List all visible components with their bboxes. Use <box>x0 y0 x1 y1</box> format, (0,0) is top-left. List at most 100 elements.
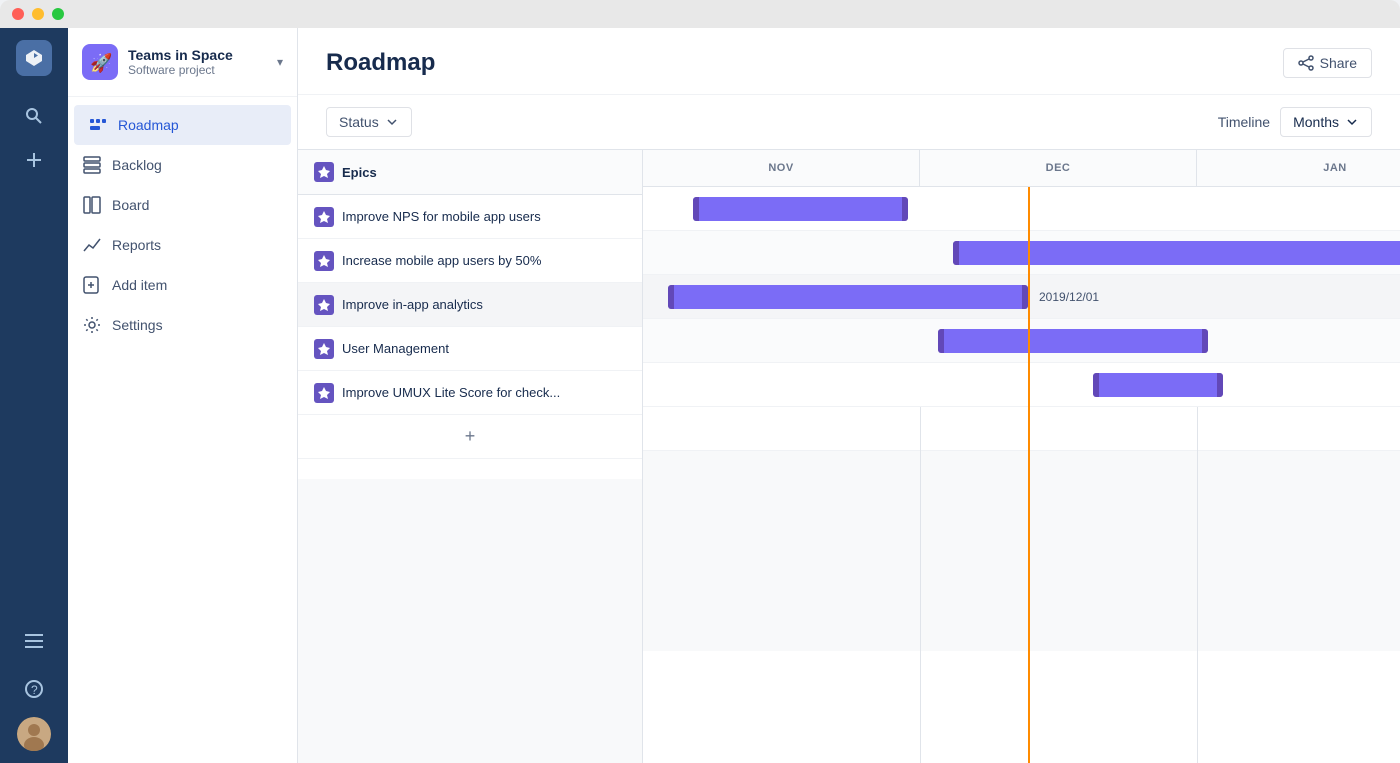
nav-search-button[interactable] <box>14 96 54 136</box>
timeline-row-5 <box>643 363 1400 407</box>
sidebar-item-settings[interactable]: Settings <box>68 305 297 345</box>
app: ? 🚀 Teams in <box>0 28 1400 763</box>
epic-row[interactable]: Improve NPS for mobile app users <box>298 195 642 239</box>
board-icon <box>82 195 102 215</box>
epic-row-label: User Management <box>342 341 449 356</box>
roadmap-icon <box>88 115 108 135</box>
gantt-bar-1[interactable] <box>693 197 908 221</box>
settings-icon <box>82 315 102 335</box>
window-chrome <box>0 0 1400 28</box>
sidebar-item-reports-label: Reports <box>112 237 161 253</box>
epic-row-label: Improve in-app analytics <box>342 297 483 312</box>
sidebar-item-board-label: Board <box>112 197 149 213</box>
reports-icon <box>82 235 102 255</box>
main-content: Roadmap Share Status Ti <box>298 28 1400 763</box>
gantt-bar-handle-left[interactable] <box>668 285 674 309</box>
roadmap-container: Epics Improve NPS for mobile app users <box>298 150 1400 763</box>
month-headers: NOV DEC JAN <box>643 150 1400 187</box>
timeline-rows-container: 2019/12/01 <box>643 187 1400 763</box>
project-icon: 🚀 <box>82 44 118 80</box>
thin-nav: ? <box>0 28 68 763</box>
timeline-add-row <box>643 407 1400 451</box>
sidebar-item-settings-label: Settings <box>112 317 163 333</box>
epic-row[interactable]: Increase mobile app users by 50% <box>298 239 642 283</box>
main-header: Roadmap Share <box>298 28 1400 95</box>
sidebar-item-backlog-label: Backlog <box>112 157 162 173</box>
epic-row[interactable]: Improve in-app analytics <box>298 283 642 327</box>
timeline-controls: Timeline Months <box>1218 107 1372 137</box>
close-button[interactable] <box>12 8 24 20</box>
epic-row-label: Improve UMUX Lite Score for check... <box>342 385 560 400</box>
epic-row-icon <box>314 295 334 315</box>
timeline-label: Timeline <box>1218 114 1270 130</box>
gantt-bar-3[interactable] <box>668 285 1028 309</box>
share-label: Share <box>1320 55 1357 71</box>
timeline-row-4 <box>643 319 1400 363</box>
user-avatar[interactable] <box>17 717 51 751</box>
timeline-row-1 <box>643 187 1400 231</box>
project-name: Teams in Space <box>128 47 267 63</box>
gantt-bar-handle-left[interactable] <box>938 329 944 353</box>
timeline-row-2 <box>643 231 1400 275</box>
timeline-panel: NOV DEC JAN <box>643 150 1400 763</box>
epic-row-label: Improve NPS for mobile app users <box>342 209 541 224</box>
epics-header: Epics <box>298 150 642 195</box>
maximize-button[interactable] <box>52 8 64 20</box>
sidebar-nav: Roadmap Backlog <box>68 97 297 353</box>
project-type: Software project <box>128 63 267 77</box>
sidebar-item-add-item[interactable]: Add item <box>68 265 297 305</box>
status-dropdown[interactable]: Status <box>326 107 412 137</box>
sidebar-item-roadmap-label: Roadmap <box>118 117 179 133</box>
share-button[interactable]: Share <box>1283 48 1372 78</box>
gantt-bar-handle-left[interactable] <box>953 241 959 265</box>
nav-menu-button[interactable] <box>14 621 54 661</box>
gantt-bar-2[interactable] <box>953 241 1400 265</box>
gantt-bar-handle-left[interactable] <box>693 197 699 221</box>
sidebar-item-backlog[interactable]: Backlog <box>68 145 297 185</box>
epics-empty-area <box>298 479 642 763</box>
gantt-bar-5[interactable] <box>1093 373 1223 397</box>
months-dropdown[interactable]: Months <box>1280 107 1372 137</box>
svg-text:?: ? <box>31 683 38 697</box>
sidebar: 🚀 Teams in Space Software project ▾ <box>68 28 298 763</box>
project-chevron[interactable]: ▾ <box>277 55 283 69</box>
toolbar: Status Timeline Months <box>298 95 1400 150</box>
add-epic-button[interactable]: + <box>298 415 642 459</box>
nav-add-button[interactable] <box>14 140 54 180</box>
app-logo <box>16 40 52 76</box>
add-epic-icon: + <box>465 426 476 447</box>
gantt-bar-handle-left[interactable] <box>1093 373 1099 397</box>
roadmap-grid: Epics Improve NPS for mobile app users <box>298 150 1400 763</box>
epic-row-icon <box>314 207 334 227</box>
gantt-bar-handle-right[interactable] <box>1217 373 1223 397</box>
month-header-nov: NOV <box>643 150 920 186</box>
add-item-icon <box>82 275 102 295</box>
sidebar-item-roadmap[interactable]: Roadmap <box>74 105 291 145</box>
sidebar-item-board[interactable]: Board <box>68 185 297 225</box>
page-title: Roadmap <box>326 49 435 77</box>
minimize-button[interactable] <box>32 8 44 20</box>
today-line <box>1028 187 1030 763</box>
nav-help-button[interactable]: ? <box>14 669 54 709</box>
sidebar-item-reports[interactable]: Reports <box>68 225 297 265</box>
sidebar-header: 🚀 Teams in Space Software project ▾ <box>68 28 297 97</box>
month-header-dec: DEC <box>920 150 1197 186</box>
gantt-bar-handle-right[interactable] <box>1202 329 1208 353</box>
months-label: Months <box>1293 114 1339 130</box>
epics-panel: Epics Improve NPS for mobile app users <box>298 150 643 763</box>
epic-row-label: Increase mobile app users by 50% <box>342 253 541 268</box>
svg-text:🚀: 🚀 <box>90 52 112 73</box>
epic-row[interactable]: Improve UMUX Lite Score for check... <box>298 371 642 415</box>
nav-bottom: ? <box>14 621 54 751</box>
month-header-jan: JAN <box>1197 150 1400 186</box>
epics-header-icon <box>314 162 334 182</box>
epic-row[interactable]: User Management <box>298 327 642 371</box>
gantt-bar-handle-right[interactable] <box>902 197 908 221</box>
timeline-row-3: 2019/12/01 <box>643 275 1400 319</box>
status-label: Status <box>339 114 379 130</box>
epics-header-label: Epics <box>342 165 377 180</box>
epic-rows-list: Improve NPS for mobile app users Increas… <box>298 195 642 479</box>
project-info: Teams in Space Software project <box>128 47 267 77</box>
gantt-bar-4[interactable] <box>938 329 1208 353</box>
timeline-empty-area <box>643 451 1400 651</box>
